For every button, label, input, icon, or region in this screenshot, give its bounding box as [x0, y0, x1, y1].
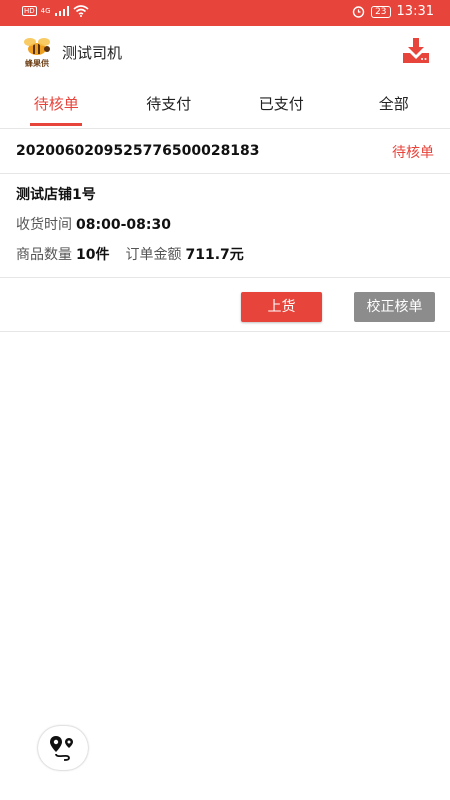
tab-active-indicator	[30, 123, 82, 126]
status-bar: HD 4G 23 13:31	[0, 0, 450, 26]
order-details: 测试店铺1号 收货时间 08:00-08:30 商品数量 10件 订单金额 711.7元	[0, 174, 450, 278]
alarm-icon	[352, 6, 365, 18]
tab-label: 已支付	[258, 95, 304, 113]
tab-paid[interactable]: 已支付	[225, 78, 338, 128]
tab-pending-verify[interactable]: 待核单	[0, 78, 113, 128]
battery-level: 23	[371, 5, 391, 18]
amount-value: 711.7元	[185, 247, 244, 263]
tab-label: 待支付	[146, 95, 192, 113]
wifi-icon	[73, 5, 89, 17]
amount-label: 订单金额	[125, 247, 182, 263]
map-route-button[interactable]	[38, 726, 88, 770]
order-status: 待核单	[392, 145, 434, 161]
order-actions: 上货 校正核单	[0, 278, 450, 332]
quantity-value: 10件	[76, 247, 110, 263]
tab-all[interactable]: 全部	[338, 78, 450, 128]
receive-time-value: 08:00-08:30	[76, 217, 171, 233]
tab-label: 待核单	[33, 95, 79, 113]
order-header: 202006020952577650002​8183 待核单	[0, 128, 450, 174]
clock: 13:31	[396, 4, 434, 19]
receive-time-row: 收货时间 08:00-08:30	[16, 214, 171, 234]
tab-label: 全部	[378, 95, 409, 113]
receive-time-label: 收货时间	[16, 217, 72, 233]
app-header: 蜂果供 测试司机	[0, 26, 450, 78]
status-left-icons: HD 4G	[22, 5, 89, 17]
quantity-amount-row: 商品数量 10件 订单金额 711.7元	[16, 244, 244, 264]
network-type: 4G	[40, 7, 51, 15]
app-title: 测试司机	[62, 44, 123, 62]
order-tabs: 待核单 待支付 已支付 全部	[0, 78, 450, 128]
sim-icon: HD	[22, 6, 37, 16]
bee-logo-icon	[24, 38, 50, 55]
app-logo: 蜂果供	[20, 36, 54, 68]
order-number: 202006020952577650002​8183	[16, 143, 260, 159]
download-icon[interactable]	[402, 38, 430, 64]
ship-button[interactable]: 上货	[241, 292, 322, 322]
signal-icon	[54, 6, 69, 16]
verify-order-button[interactable]: 校正核单	[354, 292, 435, 322]
store-name: 测试店铺1号	[16, 187, 96, 203]
status-right-icons: 23 13:31	[352, 4, 434, 19]
map-route-icon	[50, 736, 73, 761]
logo-text: 蜂果供	[25, 59, 49, 68]
tab-pending-payment[interactable]: 待支付	[113, 78, 226, 128]
quantity-label: 商品数量	[16, 247, 72, 263]
order-card[interactable]: 202006020952577650002​8183 待核单 测试店铺1号 收货…	[0, 128, 450, 332]
